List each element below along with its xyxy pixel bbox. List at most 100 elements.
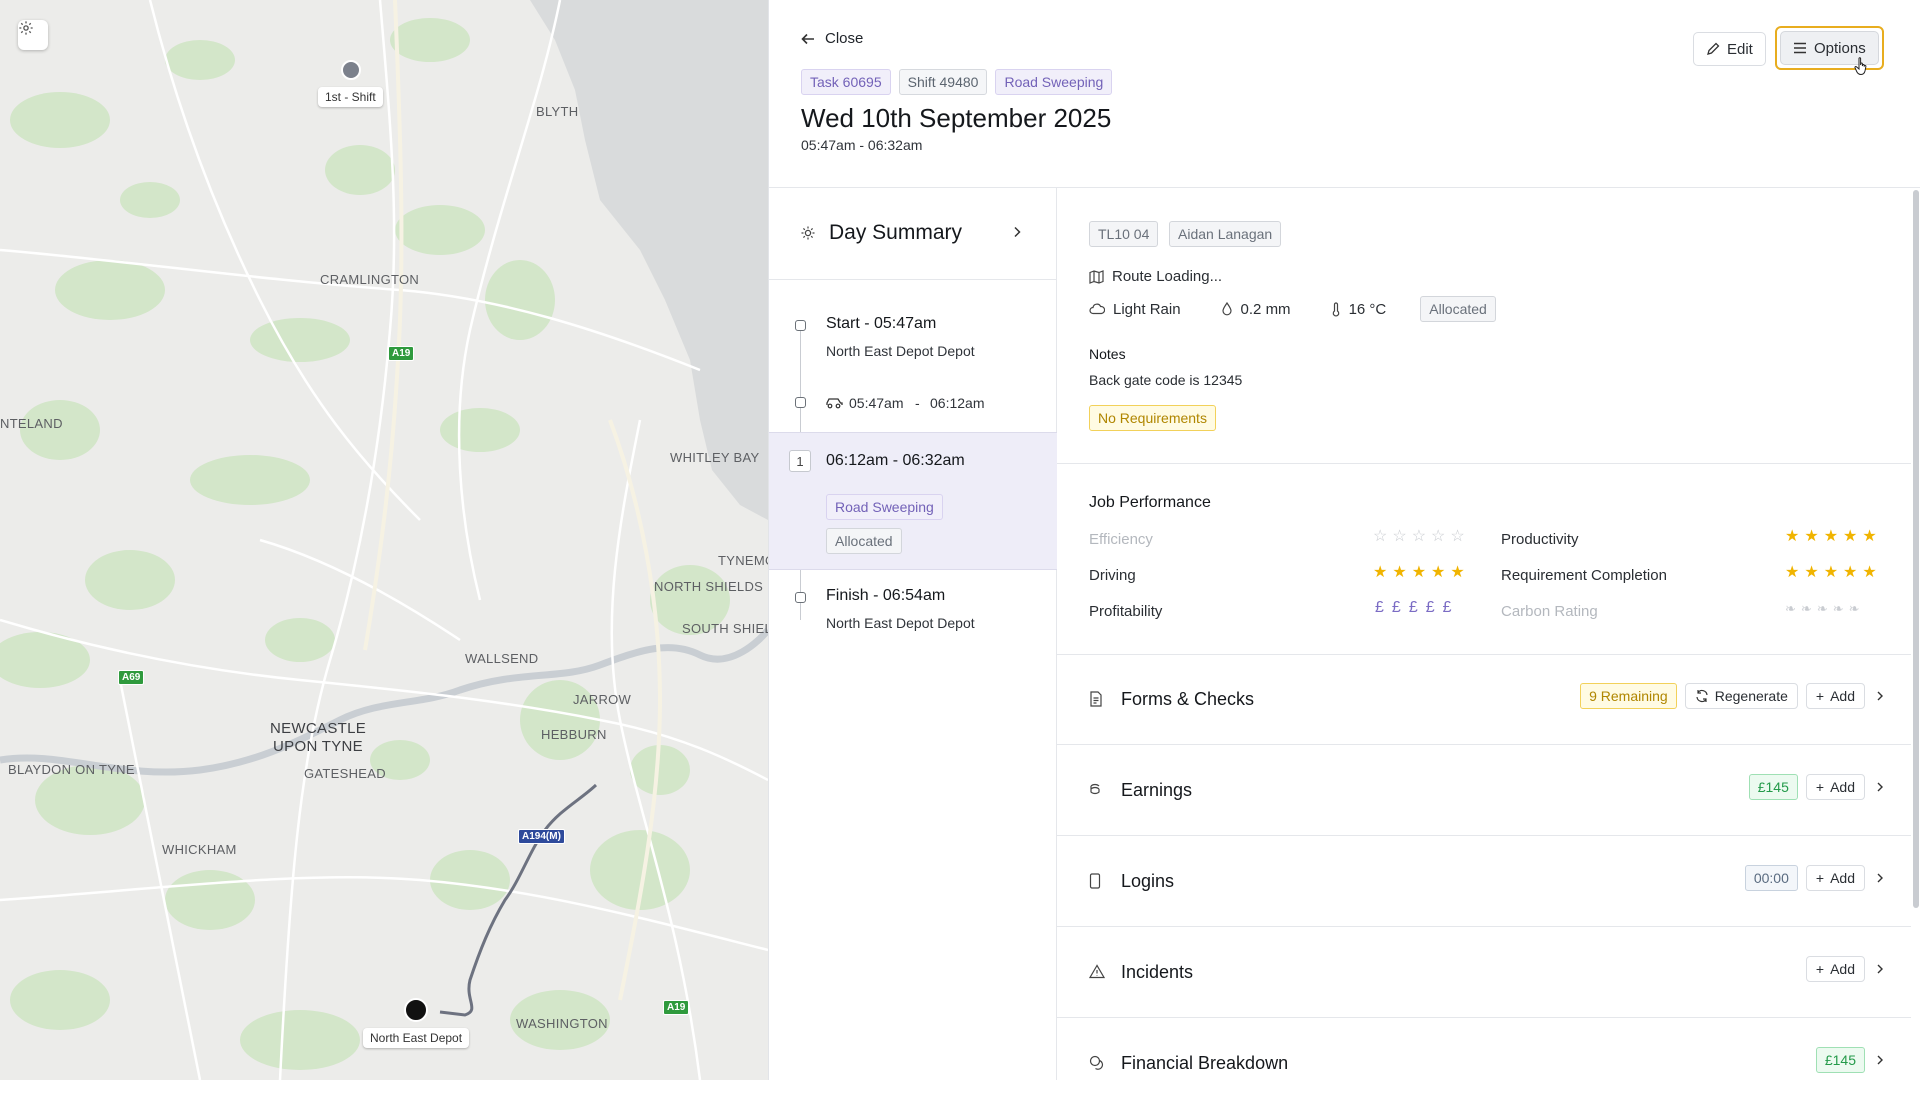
weather-row: Light Rain 0.2 mm 16 °C Allocated [1089,296,1496,322]
forms-checks-row[interactable]: Forms & Checks 9 Remaining Regenerate + … [1057,655,1911,745]
close-button[interactable]: Close [801,30,863,47]
job-detail-column: TL10 04 Aidan Lanagan Route Loading... L… [1057,188,1920,1080]
star-icon: ★ [1431,564,1446,581]
travel-end: 06:12am [930,395,985,411]
timeline-dot [795,397,806,408]
map-place-label: GATESHEAD [304,766,386,781]
travel-start: 05:47am [849,395,904,411]
page-title: Wed 10th September 2025 [801,103,1112,133]
finish-title: Finish - 06:54am [826,587,946,604]
edit-button[interactable]: Edit [1693,32,1766,66]
travel-separator: - [915,395,920,411]
shift-marker[interactable] [341,60,361,80]
chevron-right-icon[interactable] [1873,781,1887,793]
driving-label: Driving [1089,567,1136,584]
chevron-right-icon[interactable] [1873,963,1887,975]
map-icon [1089,269,1104,284]
add-label: Add [1830,779,1855,795]
day-summary-button[interactable]: Day Summary [769,188,1057,280]
shift-chip[interactable]: Shift 49480 [898,69,988,95]
star-icon: ★ [1785,528,1800,545]
logins-row[interactable]: Logins 00:00 + Add [1057,837,1911,927]
earnings-title: Earnings [1121,780,1193,800]
add-form-button[interactable]: + Add [1805,683,1865,709]
timeline-column: Day Summary Start - 05:47am North East D… [769,188,1057,1080]
task-chip[interactable]: Task 60695 [801,69,891,95]
profitability-label: Profitability [1089,603,1163,620]
star-icon: ☆ [1450,528,1465,545]
map-place-label: NTELAND [0,416,63,431]
earnings-row[interactable]: Earnings £145 + Add [1057,746,1911,836]
shift-marker-label: 1st - Shift [318,87,383,107]
chevron-right-icon[interactable] [1873,1054,1887,1066]
task-detail-panel: Close Task 60695 Shift 49480 Road Sweepi… [768,0,1920,1080]
earnings-actions: £145 + Add [1748,774,1887,800]
depot-marker[interactable] [404,998,428,1022]
star-icon: ★ [1862,564,1877,581]
map-settings-button[interactable] [18,20,48,50]
plus-icon: + [1815,688,1825,704]
star-icon: ★ [1804,564,1819,581]
map-view[interactable]: BLYTH CRAMLINGTON NTELAND WHITLEY BAY TY… [0,0,768,1080]
efficiency-label: Efficiency [1089,531,1153,548]
add-incident-button[interactable]: + Add [1805,956,1865,982]
plus-icon: + [1815,779,1825,795]
star-icon: ☆ [1411,528,1427,545]
incidents-actions: + Add [1805,956,1887,982]
add-earning-button[interactable]: + Add [1805,774,1865,800]
start-location: North East Depot Depot [826,343,975,359]
map-place-label: WHITLEY BAY [670,450,760,465]
map-place-label: SOUTH SHIEL [682,621,768,636]
day-summary-title: Day Summary [829,221,963,244]
map-place-label: WHICKHAM [162,842,237,857]
road-shield: A19 [388,346,415,361]
forms-actions: 9 Remaining Regenerate + Add [1580,683,1887,709]
earnings-badge: £145 [1748,774,1798,800]
requirement-completion-rating: ★ ★ ★ ★ ★ [1785,565,1877,581]
job-number: 1 [789,450,811,472]
arrow-left-icon [801,33,814,44]
temperature-text: 16 °C [1348,300,1387,318]
timeline-dot [795,320,806,331]
depot-marker-label: North East Depot [363,1028,470,1048]
chevron-right-icon[interactable] [1873,872,1887,884]
car-icon [826,398,843,409]
job-service-chip: Road Sweeping [826,494,943,520]
job-status-chip: Allocated [826,528,902,554]
regenerate-button[interactable]: Regenerate [1684,683,1798,709]
panel-scrollbar[interactable] [1913,190,1919,908]
edit-label: Edit [1727,40,1753,58]
financial-badge: £145 [1815,1047,1865,1073]
logins-actions: 00:00 + Add [1744,865,1887,891]
efficiency-rating: ☆ ☆ ☆ ☆ ☆ [1373,529,1465,545]
gear-icon [19,21,33,35]
options-label: Options [1814,39,1866,57]
chevron-right-icon[interactable] [1873,690,1887,702]
map-place-label: WALLSEND [465,651,539,666]
cloud-icon [1089,303,1105,315]
star-icon: ★ [1785,564,1800,581]
panel-header: Close Task 60695 Shift 49480 Road Sweepi… [769,0,1920,188]
vehicle-chip[interactable]: TL10 04 [1089,221,1159,247]
forms-checks-title: Forms & Checks [1121,689,1255,709]
notes-label: Notes [1089,346,1126,362]
financial-breakdown-row[interactable]: Financial Breakdown £145 [1057,1019,1911,1109]
phone-icon [1089,873,1101,889]
star-icon: ★ [1862,528,1877,545]
productivity-label: Productivity [1501,531,1579,548]
driving-rating: ★ ★ ★ ★ ★ [1373,565,1465,581]
incidents-row[interactable]: Incidents + Add [1057,928,1911,1018]
weather-text: Light Rain [1113,300,1181,318]
productivity-rating: ★ ★ ★ ★ ★ [1785,529,1877,545]
add-login-button[interactable]: + Add [1805,865,1865,891]
star-icon: ★ [1373,564,1388,581]
route-status: Route Loading... [1089,268,1222,285]
pound-icon: £ [1391,599,1401,616]
driver-chip[interactable]: Aidan Lanagan [1169,221,1282,247]
star-icon: ☆ [1431,528,1446,545]
requirements-chip: No Requirements [1089,405,1216,431]
leaf-icon: ❧ [1848,601,1860,616]
allocation-status-chip: Allocated [1420,296,1496,322]
carbon-rating-label: Carbon Rating [1501,603,1598,620]
star-icon: ★ [1804,528,1819,545]
